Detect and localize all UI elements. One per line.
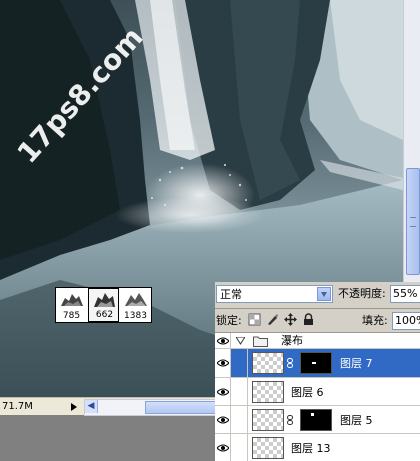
brush-preset[interactable]: 1383 xyxy=(120,288,151,322)
layer-thumbnail[interactable] xyxy=(252,409,284,431)
lock-label: 锁定: xyxy=(216,314,242,327)
eye-icon[interactable] xyxy=(217,388,229,396)
chevron-down-icon[interactable] xyxy=(317,287,331,301)
status-bar: 71.7M ◀ xyxy=(0,397,217,416)
horizontal-scrollbar[interactable]: ◀ xyxy=(84,399,217,416)
opacity-label: 不透明度: xyxy=(338,287,386,300)
fill-label: 填充: xyxy=(362,314,388,327)
lock-position-icon[interactable] xyxy=(284,313,297,326)
fill-input[interactable]: 100% xyxy=(392,312,420,330)
brush-tip-icon xyxy=(124,293,147,306)
scroll-left-icon[interactable]: ◀ xyxy=(85,400,98,413)
opacity-input[interactable]: 55% xyxy=(390,285,420,303)
folder-icon xyxy=(253,336,268,347)
divider xyxy=(215,308,420,309)
layer-mask-thumbnail[interactable] xyxy=(300,409,332,431)
layers-list: 瀑布 图层 7 图层 6 图层 5 图层 13 xyxy=(215,332,420,461)
visibility-toggle[interactable] xyxy=(215,333,231,348)
eye-icon[interactable] xyxy=(217,444,229,452)
layer-row[interactable]: 图层 6 xyxy=(215,378,420,406)
brush-preset-selected[interactable]: 662 xyxy=(88,288,119,322)
horizontal-scroll-thumb[interactable] xyxy=(145,401,217,414)
layer-thumbnail[interactable] xyxy=(252,381,284,403)
layer-link-slot[interactable] xyxy=(231,434,248,461)
visibility-toggle[interactable] xyxy=(215,378,231,405)
mask-link-icon[interactable] xyxy=(287,358,293,368)
brush-size-label: 662 xyxy=(95,310,114,320)
lock-image-pixels-icon[interactable] xyxy=(266,313,279,326)
vertical-scroll-thumb[interactable] xyxy=(406,168,420,275)
brush-tip-icon xyxy=(93,293,115,307)
layer-link-slot[interactable] xyxy=(231,349,248,377)
visibility-toggle[interactable] xyxy=(215,349,231,377)
eye-icon[interactable] xyxy=(217,416,229,424)
layer-name[interactable]: 图层 13 xyxy=(291,442,331,455)
layer-row[interactable]: 图层 5 xyxy=(215,406,420,434)
layer-mask-thumbnail[interactable] xyxy=(300,352,332,374)
layer-row-selected[interactable]: 图层 7 xyxy=(215,349,420,378)
layer-link-slot[interactable] xyxy=(231,378,248,405)
blend-mode-select[interactable]: 正常 xyxy=(216,285,333,303)
visibility-toggle[interactable] xyxy=(215,406,231,433)
layer-name[interactable]: 图层 7 xyxy=(340,357,373,370)
brush-tip-icon xyxy=(60,294,83,306)
eye-icon[interactable] xyxy=(217,359,229,367)
status-menu-arrow-icon[interactable] xyxy=(68,400,80,413)
layers-panel: 正常 不透明度: 55% 锁定: 填充: 100% xyxy=(215,282,420,461)
layer-group-row[interactable]: 瀑布 xyxy=(215,333,420,349)
brush-preset-picker: 785 662 1383 xyxy=(55,287,152,323)
layer-thumbnail[interactable] xyxy=(252,437,284,459)
visibility-toggle[interactable] xyxy=(215,434,231,461)
lock-transparent-pixels-icon[interactable] xyxy=(248,313,261,326)
layer-group-name: 瀑布 xyxy=(281,334,303,347)
lock-all-icon[interactable] xyxy=(302,313,315,326)
brush-size-label: 1383 xyxy=(124,311,147,321)
brush-size-label: 785 xyxy=(62,311,81,321)
layer-name[interactable]: 图层 5 xyxy=(340,414,373,427)
layer-link-slot[interactable] xyxy=(231,406,248,433)
document-size-label: 71.7M xyxy=(2,401,33,412)
brush-preset[interactable]: 785 xyxy=(56,288,87,322)
blend-mode-value: 正常 xyxy=(220,288,242,301)
layer-thumbnail[interactable] xyxy=(252,352,284,374)
expand-triangle-icon[interactable] xyxy=(236,337,245,345)
mask-link-icon[interactable] xyxy=(287,415,293,425)
layer-name[interactable]: 图层 6 xyxy=(291,386,324,399)
eye-icon[interactable] xyxy=(217,337,229,345)
layer-row[interactable]: 图层 13 xyxy=(215,434,420,461)
